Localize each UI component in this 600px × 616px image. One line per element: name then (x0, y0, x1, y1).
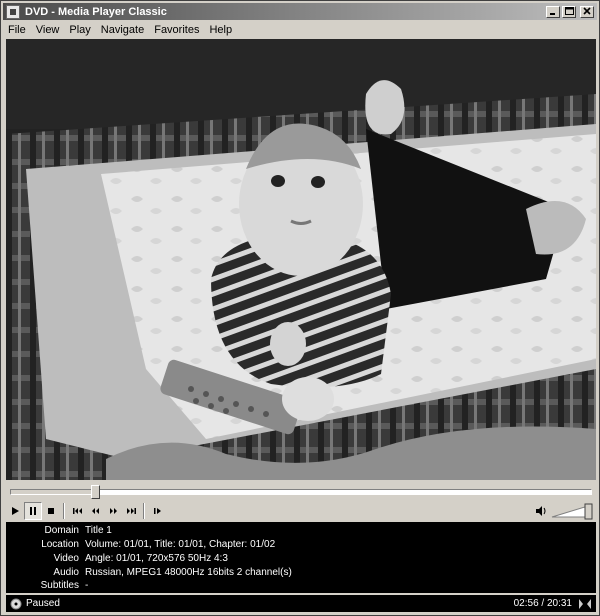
rewind-icon (91, 508, 99, 514)
menu-view[interactable]: View (31, 24, 65, 36)
status-bar: Paused 02:56 / 20:31 (6, 595, 596, 612)
info-row-domain: Domain Title 1 (6, 524, 596, 537)
info-label: Audio (53, 567, 79, 578)
menu-navigate[interactable]: Navigate (96, 24, 149, 36)
info-value: Volume: 01/01, Title: 01/01, Chapter: 01… (85, 539, 276, 550)
play-button[interactable] (6, 502, 24, 520)
menu-bar: File View Play Navigate Favorites Help (3, 21, 597, 38)
volume-slider[interactable] (550, 502, 594, 520)
info-label: Domain (44, 525, 79, 536)
pause-icon (30, 507, 36, 515)
previous-chapter-button[interactable] (68, 502, 86, 520)
volume-thumb[interactable] (584, 503, 593, 520)
rewind-button[interactable] (86, 502, 104, 520)
info-label: Subtitles (40, 580, 79, 591)
minimize-icon (550, 12, 555, 15)
info-value: Russian, MPEG1 48000Hz 16bits 2 channel(… (85, 567, 292, 578)
maximize-icon (564, 6, 574, 15)
fast-forward-button[interactable] (104, 502, 122, 520)
menu-file[interactable]: File (3, 24, 31, 36)
seek-thumb[interactable] (90, 485, 100, 499)
app-window: DVD - Media Player Classic File View Pla… (0, 0, 600, 616)
close-icon (583, 6, 591, 15)
volume-control (532, 502, 594, 520)
info-row-location: Location Volume: 01/01, Title: 01/01, Ch… (6, 538, 596, 551)
status-state: Paused (26, 598, 60, 609)
fast-forward-icon (109, 508, 117, 514)
seek-track[interactable] (10, 485, 592, 499)
minimize-button[interactable] (546, 5, 560, 18)
seek-bar[interactable] (6, 482, 596, 500)
maximize-button[interactable] (562, 5, 576, 18)
info-label: Video (53, 553, 79, 564)
info-row-audio: Audio Russian, MPEG1 48000Hz 16bits 2 ch… (6, 566, 596, 579)
stop-button[interactable] (42, 502, 60, 520)
title-bar[interactable]: DVD - Media Player Classic (3, 3, 597, 20)
previous-chapter-icon (72, 508, 82, 514)
info-value: Title 1 (85, 525, 112, 536)
menu-help[interactable]: Help (204, 24, 237, 36)
next-chapter-button[interactable] (122, 502, 140, 520)
seek-progress (11, 490, 95, 494)
video-area[interactable] (6, 39, 596, 480)
info-value: - (85, 580, 89, 591)
status-disc-icon (10, 598, 22, 609)
info-panel: Domain Title 1 Location Volume: 01/01, T… (6, 522, 596, 593)
menu-play[interactable]: Play (64, 24, 95, 36)
frame-step-button[interactable] (148, 502, 166, 520)
close-button[interactable] (580, 5, 594, 18)
info-label: Location (41, 539, 79, 550)
menu-favorites[interactable]: Favorites (149, 24, 204, 36)
video-frame (6, 39, 596, 480)
playback-toolbar (6, 501, 596, 521)
frame-step-icon (153, 508, 161, 514)
mute-button[interactable] (532, 502, 550, 520)
info-value: Angle: 01/01, 720x576 50Hz 4:3 (85, 553, 228, 564)
window-title: DVD - Media Player Classic (25, 5, 167, 18)
stop-icon (48, 508, 54, 514)
toolbar-separator (143, 503, 145, 519)
app-icon[interactable] (6, 4, 20, 19)
full-screen-icon[interactable] (578, 598, 592, 610)
play-icon (12, 507, 19, 515)
next-chapter-icon (126, 508, 136, 514)
info-row-video: Video Angle: 01/01, 720x576 50Hz 4:3 (6, 552, 596, 565)
status-time: 02:56 / 20:31 (513, 598, 572, 609)
toolbar-separator (63, 503, 65, 519)
pause-button[interactable] (24, 502, 42, 520)
info-row-subtitles: Subtitles - (6, 579, 596, 592)
speaker-icon (536, 506, 546, 516)
